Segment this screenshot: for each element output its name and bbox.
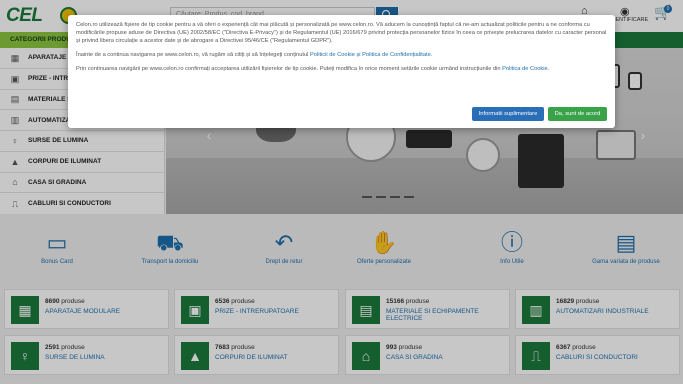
cookie-text: .: [547, 66, 550, 72]
cookie-text: .: [430, 52, 433, 58]
cookie-paragraph-3: Prin continuarea navigării pe www.celon.…: [76, 65, 607, 73]
cookie-policy-link[interactable]: Politica de Cookie: [502, 66, 548, 72]
cookie-policy-link[interactable]: Politicii de Cookie și Politica de Confi…: [310, 52, 431, 58]
cookie-paragraph-2: Înainte de a continua navigarea pe www.c…: [76, 51, 607, 59]
cookie-text: Prin continuarea navigării pe www.celon.…: [76, 66, 503, 72]
cookie-consent-modal: Celon.ro utilizează fișiere de tip cooki…: [68, 15, 615, 128]
cookie-text: Înainte de a continua navigarea pe www.c…: [76, 52, 310, 58]
more-info-button[interactable]: Informatii suplimentare: [472, 107, 544, 121]
cookie-paragraph-1: Celon.ro utilizează fișiere de tip cooki…: [76, 22, 607, 44]
accept-cookies-button[interactable]: Da, sunt de acord: [548, 107, 607, 121]
